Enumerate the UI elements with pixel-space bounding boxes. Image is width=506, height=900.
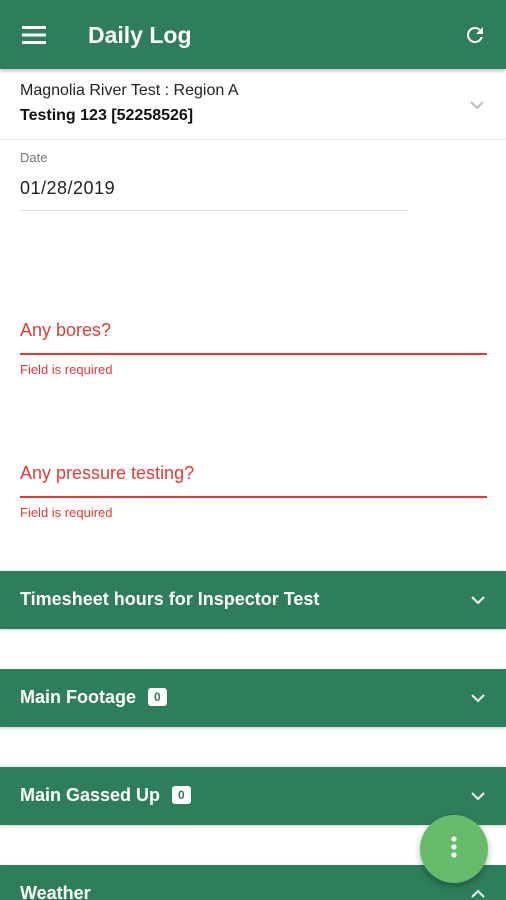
section-title: Weather <box>20 883 91 900</box>
bores-error: Field is required <box>20 362 113 377</box>
hamburger-menu-icon[interactable] <box>14 20 54 50</box>
more-vertical-icon <box>450 835 458 863</box>
bores-underline <box>20 353 487 355</box>
pressure-testing-underline <box>20 496 487 498</box>
project-job: Testing 123 [52258526] <box>20 107 194 124</box>
section-title-text: Main Footage <box>20 687 136 707</box>
section-main-footage[interactable]: Main Footage 0 <box>0 669 506 727</box>
count-badge: 0 <box>172 786 191 804</box>
section-timesheet-hours[interactable]: Timesheet hours for Inspector Test <box>0 571 506 629</box>
date-field[interactable]: Date 01/28/2019 <box>20 150 408 211</box>
section-main-gassed-up[interactable]: Main Gassed Up 0 <box>0 767 506 825</box>
chevron-down-icon[interactable] <box>468 786 488 806</box>
date-label: Date <box>20 150 48 165</box>
project-name: Magnolia River Test : Region A <box>20 82 239 99</box>
chevron-down-icon[interactable] <box>468 590 488 610</box>
project-selector[interactable]: Magnolia River Test : Region A Testing 1… <box>0 70 506 140</box>
section-title: Main Footage 0 <box>20 687 167 708</box>
page-title: Daily Log <box>88 22 192 48</box>
chevron-down-icon[interactable] <box>466 94 488 116</box>
section-title: Main Gassed Up 0 <box>20 785 191 806</box>
chevron-down-icon[interactable] <box>468 688 488 708</box>
pressure-testing-error: Field is required <box>20 505 113 520</box>
pressure-testing-question[interactable]: Any pressure testing? <box>20 463 194 484</box>
app-bar: Daily Log <box>0 0 506 69</box>
chevron-up-icon[interactable] <box>468 884 488 900</box>
section-title: Timesheet hours for Inspector Test <box>20 589 320 609</box>
count-badge: 0 <box>148 688 167 706</box>
more-options-fab[interactable] <box>420 815 488 883</box>
refresh-icon[interactable] <box>458 18 492 52</box>
section-title-text: Main Gassed Up <box>20 785 161 805</box>
date-value[interactable]: 01/28/2019 <box>20 178 115 199</box>
bores-question[interactable]: Any bores? <box>20 320 111 341</box>
